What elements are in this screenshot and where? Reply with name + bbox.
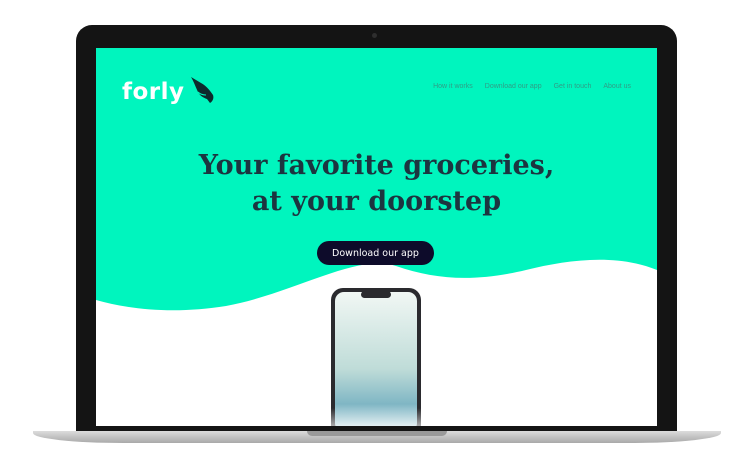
download-app-button[interactable]: Download our app xyxy=(317,241,434,265)
laptop-opening-notch xyxy=(307,431,447,436)
nav-download-app[interactable]: Download our app xyxy=(485,83,542,90)
nav-how-it-works[interactable]: How it works xyxy=(433,83,473,90)
camera-dot xyxy=(372,33,377,38)
nav-get-in-touch[interactable]: Get in touch xyxy=(554,83,592,90)
brand-name: forly xyxy=(122,79,185,105)
brand-logo[interactable]: forly xyxy=(122,72,217,112)
laptop-frame: forly How it works Download our app Get … xyxy=(76,25,677,431)
phone-mockup xyxy=(331,288,421,426)
hero-headline-line-1: Your favorite groceries, xyxy=(198,150,555,181)
hero-headline-line-2: at your doorstep xyxy=(251,186,502,217)
top-navigation: How it works Download our app Get in tou… xyxy=(433,83,631,90)
bird-icon xyxy=(190,77,213,103)
nav-about-us[interactable]: About us xyxy=(603,83,631,90)
website-screen: forly How it works Download our app Get … xyxy=(96,48,657,426)
hero-headline: Your favorite groceries, at your doorste… xyxy=(96,148,657,220)
